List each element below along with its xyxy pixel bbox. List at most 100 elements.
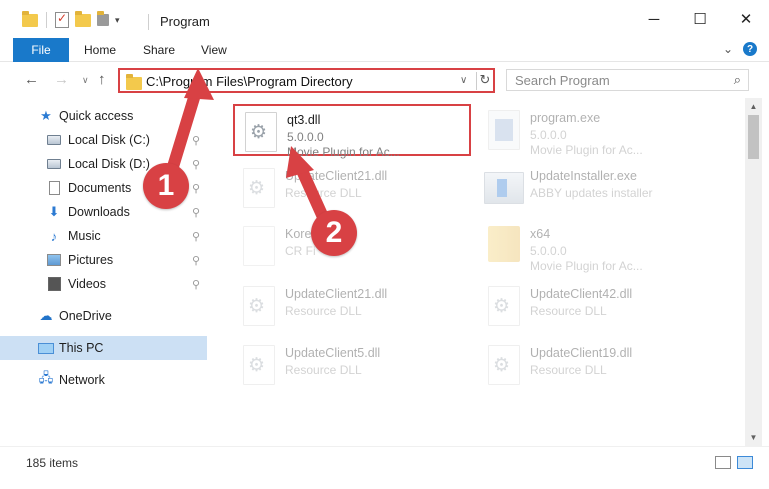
scroll-thumb[interactable] <box>748 115 759 159</box>
music-icon: ♪ <box>50 228 58 244</box>
file-name: UpdateInstaller.exe <box>530 169 638 183</box>
pin-icon[interactable]: ⚲ <box>192 182 200 195</box>
help-icon[interactable]: ? <box>743 42 757 56</box>
new-folder-icon[interactable] <box>75 10 91 27</box>
minimize-button[interactable]: ─ <box>631 0 677 38</box>
file-item-qt3-dll[interactable]: qt3.dll 5.0.0.0 Movie Plugin for Ac... <box>233 104 471 159</box>
file-description: Resource DLL <box>285 304 362 318</box>
folder-icon <box>22 10 38 27</box>
sidebar-item-this-pc[interactable]: This PC <box>0 336 207 360</box>
sidebar-item-label: This PC <box>59 341 104 355</box>
chevron-down-icon[interactable]: ▾ <box>115 15 120 26</box>
file-name: UpdateClient5.dll <box>285 346 381 360</box>
pin-icon[interactable]: ⚲ <box>192 158 200 171</box>
pin-icon[interactable]: ⚲ <box>192 134 200 147</box>
forward-button[interactable]: → <box>54 71 69 88</box>
file-item-updateinstaller-exe[interactable]: UpdateInstaller.exe ABBY updates install… <box>478 162 716 214</box>
drive-icon <box>47 135 61 145</box>
file-item-updateclient19-dll[interactable]: UpdateClient19.dll Resource DLL <box>478 339 716 391</box>
sidebar-item-label: Videos <box>68 277 106 291</box>
exe-icon <box>488 110 520 150</box>
gear-icon <box>488 345 520 385</box>
view-switcher <box>715 456 753 469</box>
blank-file-icon <box>243 226 275 266</box>
maximize-button[interactable]: ☐ <box>677 0 723 38</box>
file-name: UpdateClient21.dll <box>285 287 388 301</box>
gear-icon <box>243 286 275 326</box>
gear-icon <box>243 345 275 385</box>
download-icon: ⬇ <box>48 204 60 219</box>
file-list: qt3.dll 5.0.0.0 Movie Plugin for Ac... p… <box>212 98 745 446</box>
pin-icon[interactable]: ⚲ <box>192 278 200 291</box>
properties-icon[interactable] <box>55 11 69 28</box>
file-description: Resource DLL <box>530 363 607 377</box>
sidebar-item-videos[interactable]: Videos ⚲ <box>0 272 207 296</box>
file-item-updateclient5-dll[interactable]: UpdateClient5.dll Resource DLL <box>233 339 471 391</box>
pictures-icon <box>47 254 61 266</box>
folder-item-x64[interactable]: x64 5.0.0.0 Movie Plugin for Ac... <box>478 220 716 273</box>
vertical-scrollbar[interactable]: ▲ ▼ <box>745 98 762 446</box>
sidebar-item-quick-access[interactable]: ★ Quick access <box>0 104 207 128</box>
status-bar: 185 items <box>0 446 769 476</box>
file-item-updateclient42-dll[interactable]: UpdateClient42.dll Resource DLL <box>478 280 716 332</box>
videos-icon <box>48 277 61 291</box>
refresh-button[interactable]: ↻ <box>476 72 493 90</box>
up-button[interactable]: ↑ <box>98 71 106 88</box>
window-title: Program <box>160 14 210 29</box>
recent-locations-button[interactable]: ∨ <box>82 75 89 86</box>
sidebar-item-label: Pictures <box>68 253 114 267</box>
tab-file[interactable]: File <box>13 38 69 62</box>
file-name: program.exe <box>530 111 601 125</box>
star-icon: ★ <box>40 108 52 123</box>
pin-icon[interactable]: ⚲ <box>192 230 200 243</box>
sidebar-item-network[interactable]: 🖧 Network <box>0 368 207 392</box>
search-box[interactable]: Search Program ⌕ <box>506 69 749 91</box>
file-name: UpdateClient42.dll <box>530 287 633 301</box>
file-description: Movie Plugin for Ac... <box>530 143 643 157</box>
file-name: UpdateClient19.dll <box>530 346 633 360</box>
scroll-down-button[interactable]: ▼ <box>745 429 762 446</box>
file-description: Resource DLL <box>285 186 362 200</box>
sidebar-item-pictures[interactable]: Pictures ⚲ <box>0 248 207 272</box>
large-icons-view-button[interactable] <box>737 456 753 469</box>
address-bar[interactable]: C:\Program Files\Program Directory ∨ ↻ <box>118 68 495 93</box>
network-icon: 🖧 <box>38 370 54 385</box>
scroll-up-button[interactable]: ▲ <box>745 98 762 115</box>
navigation-bar: ← → ∨ ↑ C:\Program Files\Program Directo… <box>0 62 769 97</box>
documents-icon <box>49 181 60 195</box>
sidebar-item-label: Network <box>59 373 105 387</box>
search-input[interactable]: Search Program <box>515 73 610 88</box>
folder-icon <box>126 74 142 90</box>
file-item-updateclient21-dll[interactable]: UpdateClient21.dll Resource DLL <box>233 162 471 214</box>
file-description: Movie Plugin for Ac... <box>287 145 400 159</box>
search-icon[interactable]: ⌕ <box>734 72 741 88</box>
folder-icon <box>488 226 520 262</box>
navigation-pane: ★ Quick access Local Disk (C:) ⚲ Local D… <box>0 98 208 446</box>
step-2-badge: 2 <box>311 210 357 256</box>
file-item-updateclient21-dll-2[interactable]: UpdateClient21.dll Resource DLL <box>233 280 471 332</box>
file-version: 5.0.0.0 <box>530 244 567 258</box>
quick-access-toolbar: ▾ <box>22 10 120 28</box>
sidebar-item-onedrive[interactable]: ☁ OneDrive <box>0 304 207 328</box>
gear-icon <box>245 112 277 152</box>
back-button[interactable]: ← <box>24 71 39 88</box>
pin-icon[interactable]: ⚲ <box>192 206 200 219</box>
sidebar-item-label: Local Disk (D:) <box>68 157 150 171</box>
sidebar-item-local-disk-c[interactable]: Local Disk (C:) ⚲ <box>0 128 207 152</box>
tab-share[interactable]: Share <box>143 38 175 62</box>
file-description: Movie Plugin for Ac... <box>530 259 643 273</box>
cloud-icon: ☁ <box>39 308 53 323</box>
address-dropdown-button[interactable]: ∨ <box>460 75 467 86</box>
tab-view[interactable]: View <box>201 38 227 62</box>
expand-ribbon-icon[interactable]: ⌄ <box>723 42 733 56</box>
customize-toolbar-icon[interactable] <box>97 11 109 26</box>
address-path[interactable]: C:\Program Files\Program Directory <box>146 74 353 89</box>
details-view-button[interactable] <box>715 456 731 469</box>
tab-home[interactable]: Home <box>84 38 116 62</box>
sidebar-item-music[interactable]: ♪ Music ⚲ <box>0 224 207 248</box>
title-bar: ▾ Program ─ ☐ ✕ <box>0 0 769 38</box>
pin-icon[interactable]: ⚲ <box>192 254 200 267</box>
gear-icon <box>243 168 275 208</box>
file-item-program-exe[interactable]: program.exe 5.0.0.0 Movie Plugin for Ac.… <box>478 104 716 157</box>
close-button[interactable]: ✕ <box>723 0 769 38</box>
